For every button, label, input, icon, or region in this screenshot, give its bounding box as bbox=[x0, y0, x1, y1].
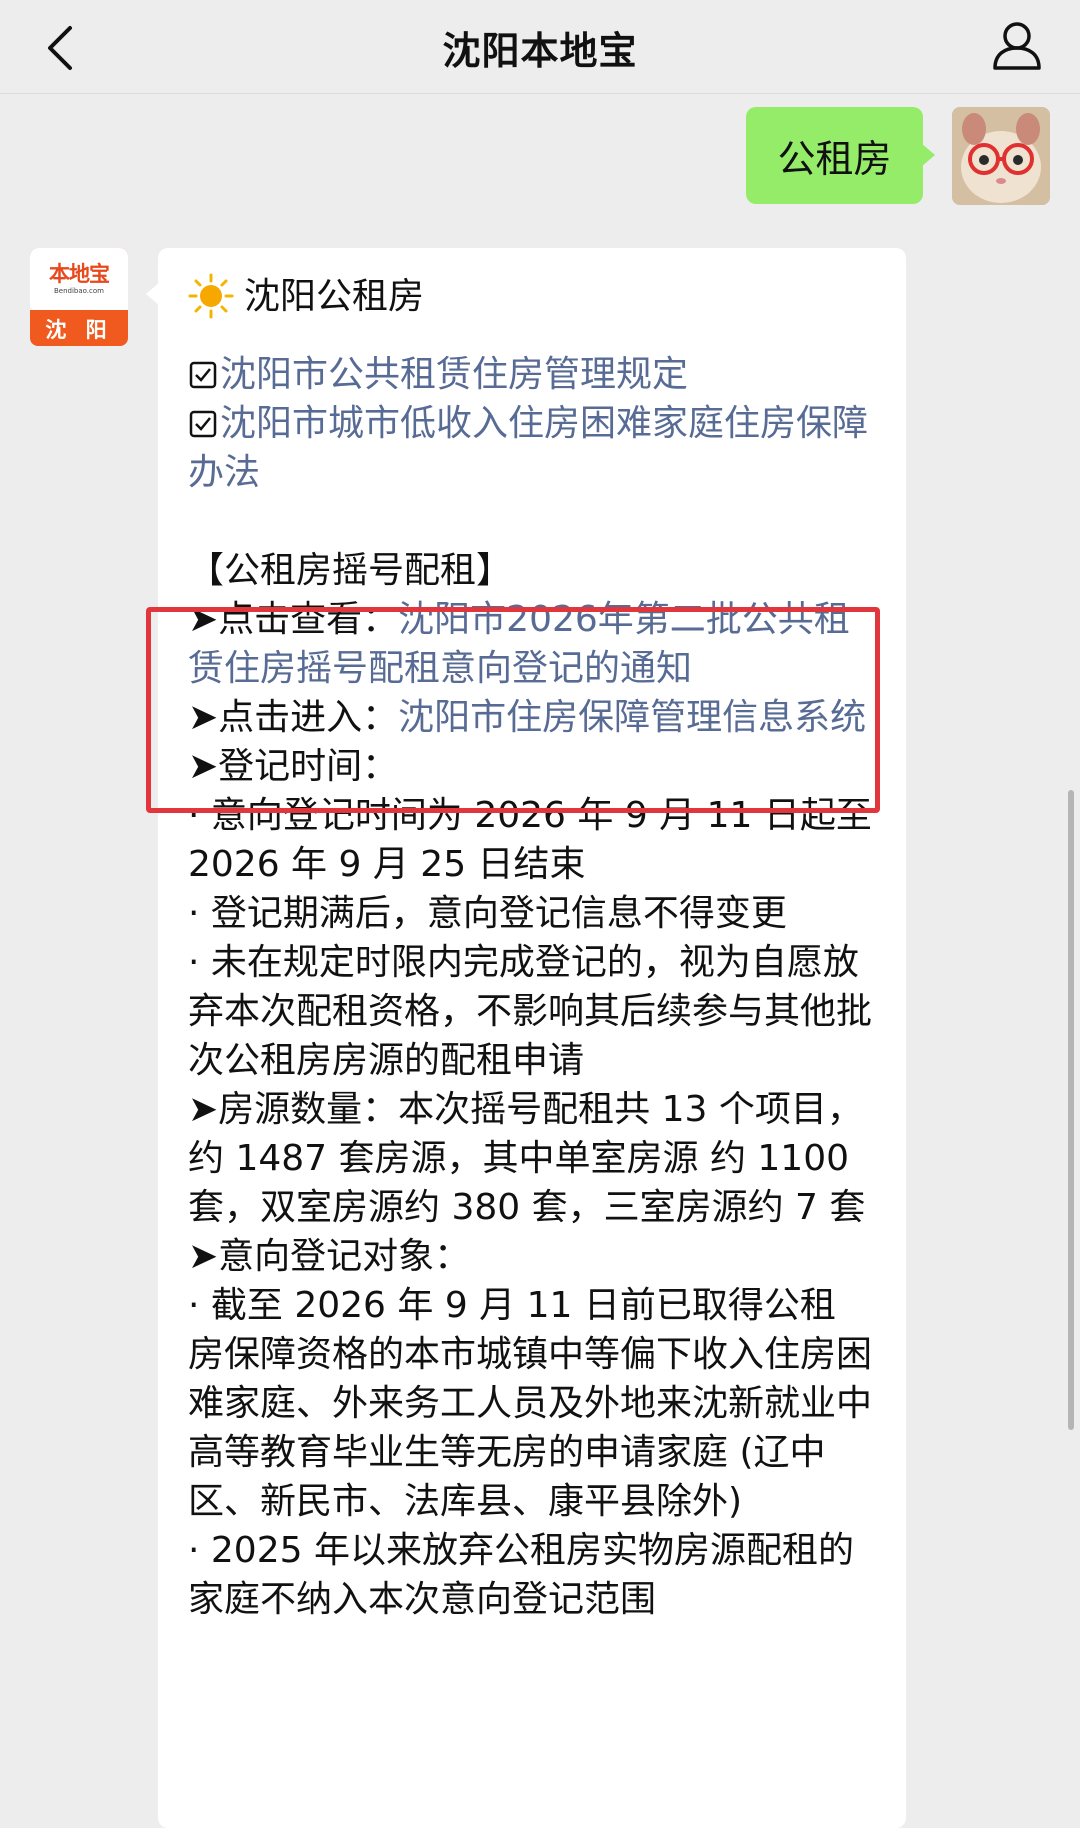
policy-link-item[interactable]: 沈阳市城市低收入住房困难家庭住房保障办法 bbox=[188, 399, 878, 497]
highlight-prefix: ➤点击查看： bbox=[188, 599, 399, 640]
sun-icon bbox=[188, 273, 234, 319]
body-line: ➤房源数量：本次摇号配租共 13 个项目，约 1487 套房源，其中单室房源 约… bbox=[188, 1089, 866, 1228]
checkbox-icon bbox=[189, 361, 217, 389]
body-line: ➤登记时间： bbox=[188, 746, 399, 787]
user-profile-icon[interactable] bbox=[984, 14, 1050, 80]
policy-link[interactable]: 沈阳市城市低收入住房困难家庭住房保障办法 bbox=[188, 403, 868, 493]
bot-message-heading: 沈阳公租房 bbox=[188, 268, 878, 324]
section-title: 【公租房摇号配租】 bbox=[188, 550, 513, 591]
body-line: · 登记期满后，意向登记信息不得变更 bbox=[188, 893, 787, 934]
highlight-prefix: ➤点击进入： bbox=[188, 697, 399, 738]
body-line: · 2025 年以来放弃公租房实物房源配租的家庭不纳入本次意向登记范围 bbox=[188, 1530, 854, 1620]
user-message-bubble[interactable]: 公租房 bbox=[746, 107, 935, 204]
body-line: · 截至 2026 年 9 月 11 日前已取得公租 房保障资格的本市城镇中等偏… bbox=[188, 1285, 873, 1522]
highlight-item[interactable]: ➤点击查看：沈阳市2026年第二批公共租赁住房摇号配租意向登记的通知 bbox=[188, 595, 878, 693]
body-line: · 未在规定时限内完成登记的，视为自愿放弃本次配租资格，不影响其后续参与其他批次… bbox=[188, 942, 873, 1081]
bot-avatar-brand: 本地宝 bbox=[49, 262, 110, 286]
policy-link-item[interactable]: 沈阳市公共租赁住房管理规定 bbox=[188, 350, 878, 399]
highlight-item[interactable]: ➤点击进入：沈阳市住房保障管理信息系统 bbox=[188, 693, 878, 742]
page-title: 沈阳本地宝 bbox=[442, 29, 638, 73]
system-link[interactable]: 沈阳市住房保障管理信息系统 bbox=[398, 697, 866, 738]
bot-avatar[interactable]: 本地宝 Bendibao.com 沈 阳 bbox=[30, 248, 128, 346]
body-line: ➤意向登记对象： bbox=[188, 1236, 471, 1277]
scrollbar[interactable] bbox=[1068, 790, 1074, 1430]
bot-avatar-city: 沈 阳 bbox=[45, 318, 113, 342]
bot-message-bubble: 沈阳公租房 沈阳市公共租赁住房管理规定 沈阳市城市低收入住房困难家庭住房保障办法… bbox=[146, 248, 906, 1828]
user-message-text: 公租房 bbox=[777, 137, 892, 181]
user-avatar-image bbox=[952, 107, 1050, 205]
heading-text: 沈阳公租房 bbox=[244, 275, 425, 317]
body-line: · 意向登记时间为 2026 年 9 月 11 日起至 2026 年 9 月 2… bbox=[188, 795, 872, 885]
navigation-bar: 沈阳本地宝 bbox=[0, 0, 1080, 94]
policy-link[interactable]: 沈阳市公共租赁住房管理规定 bbox=[220, 354, 688, 395]
bot-avatar-url: Bendibao.com bbox=[53, 287, 104, 295]
checkbox-icon bbox=[189, 410, 217, 438]
user-avatar[interactable] bbox=[952, 107, 1050, 205]
